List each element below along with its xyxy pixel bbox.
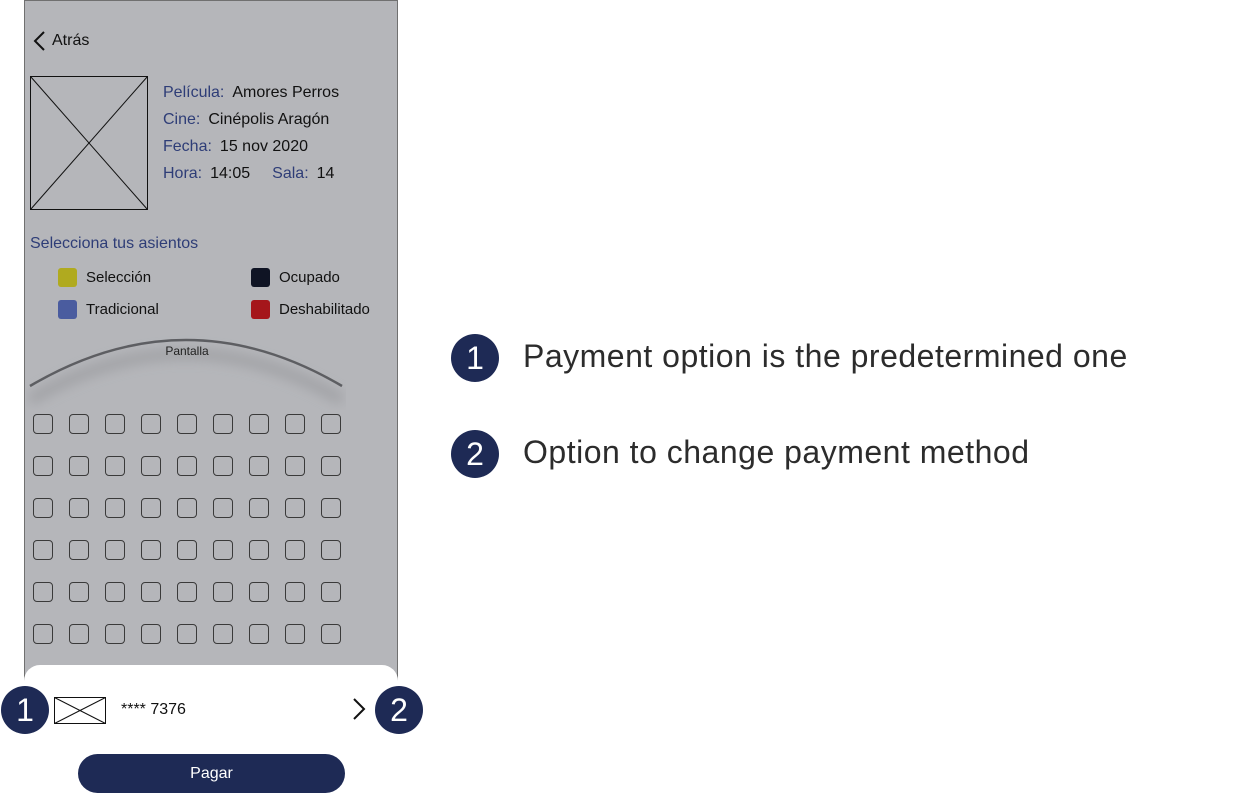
legend-traditional: Tradicional <box>58 300 159 319</box>
date-label: Fecha: <box>163 138 212 155</box>
seat[interactable] <box>321 414 341 434</box>
seat[interactable] <box>69 498 89 518</box>
seat[interactable] <box>105 456 125 476</box>
seat-grid <box>33 414 341 644</box>
seat[interactable] <box>33 624 53 644</box>
legend-label-disabled: Deshabilitado <box>279 301 370 318</box>
seat[interactable] <box>249 414 269 434</box>
seat[interactable] <box>285 582 305 602</box>
legend-label-selection: Selección <box>86 269 152 286</box>
annotation-text-1: Payment option is the predetermined one <box>523 338 1128 374</box>
seat[interactable] <box>33 456 53 476</box>
screen-label: Pantalla <box>165 344 209 358</box>
date-value: 15 nov 2020 <box>219 138 308 155</box>
seat[interactable] <box>177 624 197 644</box>
room-label: Sala: <box>272 165 309 182</box>
seat[interactable] <box>141 498 161 518</box>
movie-title-row: Película: Amores Perros <box>163 79 339 106</box>
seat[interactable] <box>177 414 197 434</box>
seat[interactable] <box>141 456 161 476</box>
pay-button[interactable]: Pagar <box>78 754 345 793</box>
seat[interactable] <box>141 414 161 434</box>
cinema-screen-arc <box>27 338 345 405</box>
seat[interactable] <box>213 624 233 644</box>
seat[interactable] <box>69 540 89 560</box>
seat[interactable] <box>249 540 269 560</box>
legend-badge-2: 2 <box>451 430 499 478</box>
seat[interactable] <box>69 414 89 434</box>
seat[interactable] <box>69 582 89 602</box>
cinema-name: Cinépolis Aragón <box>208 111 330 128</box>
annotation-badge-2: 2 <box>375 686 423 734</box>
back-label: Atrás <box>52 32 90 49</box>
seat[interactable] <box>249 456 269 476</box>
legend-selection: Selección <box>58 268 151 287</box>
seat[interactable] <box>105 498 125 518</box>
movie-info: Película: Amores Perros Cine: Cinépolis Ar… <box>163 79 339 187</box>
seat[interactable] <box>213 540 233 560</box>
card-image-placeholder <box>54 697 106 724</box>
seat[interactable] <box>249 624 269 644</box>
annotation-badge-1: 1 <box>1 686 49 734</box>
seat[interactable] <box>105 540 125 560</box>
seat[interactable] <box>177 582 197 602</box>
seat[interactable] <box>177 456 197 476</box>
seat[interactable] <box>321 624 341 644</box>
chevron-left-icon <box>33 31 45 51</box>
card-number[interactable]: **** 7376 <box>121 701 186 719</box>
seat[interactable] <box>105 582 125 602</box>
seat-section-title: Selecciona tus asientos <box>30 235 199 252</box>
seat[interactable] <box>213 456 233 476</box>
seat[interactable] <box>69 624 89 644</box>
seat[interactable] <box>249 498 269 518</box>
seat[interactable] <box>141 540 161 560</box>
seat[interactable] <box>321 456 341 476</box>
time-room-row: Hora: 14:05 Sala: 14 <box>163 160 339 187</box>
cinema-label: Cine: <box>163 111 201 128</box>
seat[interactable] <box>213 582 233 602</box>
seat[interactable] <box>285 624 305 644</box>
seat[interactable] <box>321 540 341 560</box>
legend-swatch-disabled <box>251 300 270 319</box>
seat[interactable] <box>321 582 341 602</box>
time-value: 14:05 <box>210 165 251 182</box>
seat[interactable] <box>213 414 233 434</box>
seat[interactable] <box>177 540 197 560</box>
seat[interactable] <box>285 498 305 518</box>
seat[interactable] <box>141 624 161 644</box>
movie-title: Amores Perros <box>232 84 340 101</box>
seat[interactable] <box>105 624 125 644</box>
date-row: Fecha: 15 nov 2020 <box>163 133 339 160</box>
seat[interactable] <box>321 498 341 518</box>
legend-label-occupied: Ocupado <box>279 269 340 286</box>
seat[interactable] <box>177 498 197 518</box>
legend-disabled: Deshabilitado <box>251 300 370 319</box>
seat[interactable] <box>141 582 161 602</box>
seat[interactable] <box>69 456 89 476</box>
movie-label: Película: <box>163 84 225 101</box>
cinema-row: Cine: Cinépolis Aragón <box>163 106 339 133</box>
seat[interactable] <box>33 498 53 518</box>
annotation-text-2: Option to change payment method <box>523 434 1030 470</box>
legend-swatch-selection <box>58 268 77 287</box>
legend-occupied: Ocupado <box>251 268 340 287</box>
seat[interactable] <box>33 582 53 602</box>
seat[interactable] <box>33 414 53 434</box>
back-button[interactable]: Atrás <box>32 30 89 52</box>
seat[interactable] <box>285 456 305 476</box>
legend-badge-1: 1 <box>451 334 499 382</box>
seat[interactable] <box>33 540 53 560</box>
seat[interactable] <box>285 414 305 434</box>
seat[interactable] <box>105 414 125 434</box>
chevron-right-icon[interactable] <box>350 697 366 721</box>
seat[interactable] <box>285 540 305 560</box>
room-value: 14 <box>316 165 335 182</box>
seat[interactable] <box>249 582 269 602</box>
time-label: Hora: <box>163 165 203 182</box>
seat[interactable] <box>213 498 233 518</box>
legend-label-traditional: Tradicional <box>86 301 159 318</box>
legend-swatch-traditional <box>58 300 77 319</box>
legend-swatch-occupied <box>251 268 270 287</box>
movie-poster-placeholder <box>30 76 148 210</box>
